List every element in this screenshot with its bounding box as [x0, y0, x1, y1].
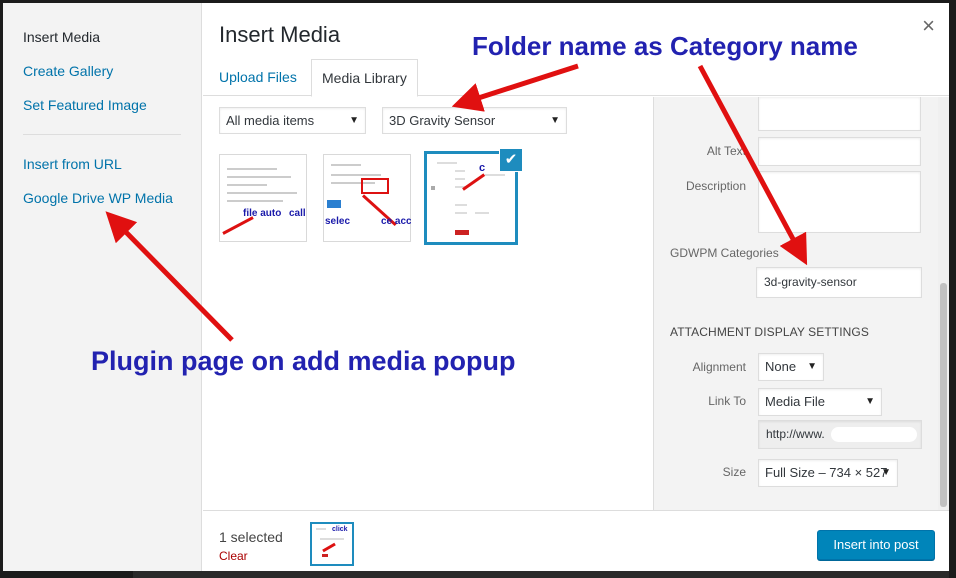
gdwpm-categories-label: GDWPM Categories [670, 246, 779, 260]
clear-selection-link[interactable]: Clear [219, 549, 248, 563]
media-type-filter-value: All media items [226, 113, 315, 128]
close-icon[interactable]: × [922, 15, 935, 37]
selection-thumbnail[interactable]: click [310, 522, 354, 566]
check-icon[interactable]: ✔ [499, 148, 523, 172]
alignment-value: None [765, 359, 797, 374]
thumbnail-text: c [479, 162, 486, 174]
background-strip [133, 571, 949, 578]
link-to-label: Link To [708, 394, 746, 408]
link-to-value: Media File [765, 394, 825, 409]
size-label: Size [722, 465, 746, 479]
thumbnail-text: ce acc [381, 216, 411, 227]
media-menu: Insert Media Create Gallery Set Featured… [3, 3, 202, 571]
alignment-select[interactable]: None ▼ [758, 353, 824, 381]
caption-field[interactable] [758, 97, 921, 131]
display-settings-heading: Attachment Display Settings [670, 325, 869, 339]
chevron-down-icon: ▼ [550, 115, 560, 126]
menu-item-create-gallery[interactable]: Create Gallery [23, 63, 113, 79]
menu-item-google-drive-wp-media[interactable]: Google Drive WP Media [23, 190, 173, 206]
chevron-down-icon: ▼ [349, 115, 359, 126]
chevron-down-icon: ▼ [807, 361, 817, 372]
attachment-thumbnail[interactable]: selec ce acc [323, 154, 411, 242]
alignment-label: Alignment [692, 360, 746, 374]
size-value: Full Size – 734 × 527 [765, 465, 888, 480]
media-modal: Insert Media Create Gallery Set Featured… [3, 3, 949, 571]
gdwpm-categories-field[interactable]: 3d-gravity-sensor [756, 267, 922, 298]
category-filter-value: 3D Gravity Sensor [389, 113, 496, 128]
link-url-value: http://www. [766, 427, 825, 441]
thumbnail-text: call [289, 208, 306, 219]
insert-into-post-button[interactable]: Insert into post [817, 530, 935, 560]
size-select[interactable]: Full Size – 734 × 527 ▼ [758, 459, 898, 487]
link-url-field[interactable]: http://www. [758, 420, 922, 449]
alt-text-label: Alt Text [706, 144, 746, 158]
annotation-folder-note: Folder name as Category name [472, 31, 858, 61]
attachment-details-sidebar: Alt Text Description GDWPM Categories 3d… [653, 97, 949, 513]
selection-count: 1 selected [219, 529, 283, 545]
chevron-down-icon: ▼ [865, 396, 875, 407]
menu-item-insert-from-url[interactable]: Insert from URL [23, 156, 122, 172]
modal-title: Insert Media [219, 22, 341, 47]
router-tabs: Upload Files Media Library [203, 59, 949, 97]
media-toolbar: 1 selected Clear click Insert into post [203, 510, 949, 571]
menu-item-insert-media[interactable]: Insert Media [23, 29, 100, 45]
tab-media-library[interactable]: Media Library [311, 59, 418, 97]
alt-text-field[interactable] [758, 137, 921, 166]
menu-separator [23, 134, 181, 135]
description-label: Description [685, 179, 746, 193]
description-field[interactable] [758, 171, 921, 233]
category-filter[interactable]: 3D Gravity Sensor ▼ [382, 107, 567, 134]
annotation-plugin-note: Plugin page on add media popup [91, 346, 516, 376]
link-to-select[interactable]: Media File ▼ [758, 388, 882, 416]
sidebar-scrollbar[interactable] [938, 97, 949, 513]
thumbnail-text: file auto [243, 208, 282, 219]
scrollbar-thumb[interactable] [940, 283, 947, 507]
redaction [831, 427, 917, 442]
thumbnail-text: selec [325, 216, 351, 227]
media-frame-content: Insert Media × Upload Files Media Librar… [203, 3, 949, 571]
tab-upload-files[interactable]: Upload Files [209, 59, 307, 96]
attachment-thumbnail[interactable]: file auto call [219, 154, 307, 242]
menu-item-set-featured-image[interactable]: Set Featured Image [23, 97, 147, 113]
chevron-down-icon: ▼ [881, 467, 891, 478]
media-type-filter[interactable]: All media items ▼ [219, 107, 366, 134]
